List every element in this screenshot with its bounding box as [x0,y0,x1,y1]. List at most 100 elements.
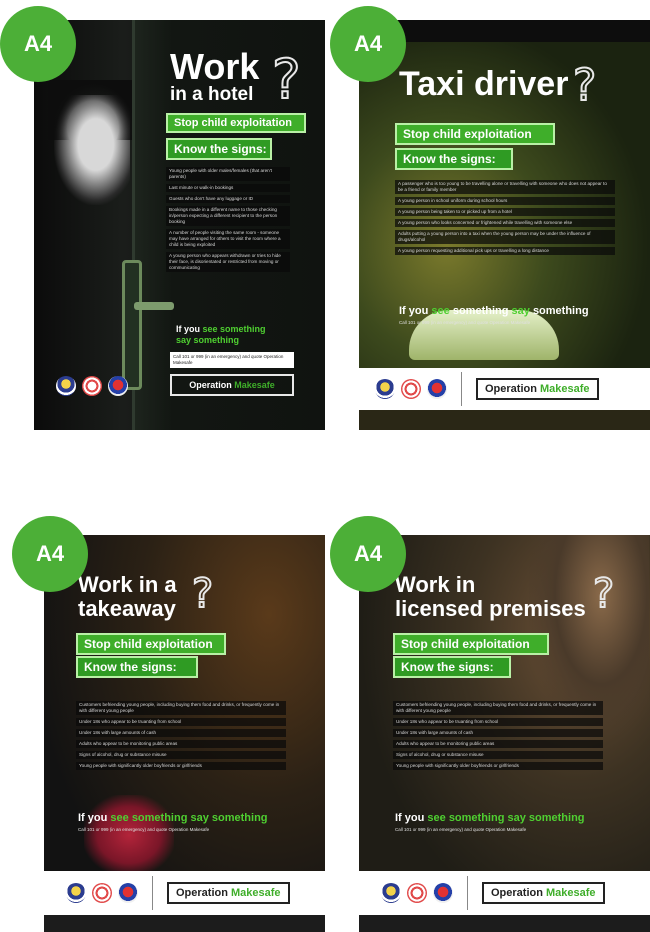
list-item: Customers befriending young people, incl… [393,701,603,715]
poster-card-takeaway[interactable]: A4 Work in a takeaway ? Stop child explo… [0,510,330,932]
hair-shadow [48,80,138,140]
taxi-sign-image [409,310,559,360]
partner-logo-icon [108,376,128,396]
list-item: A young person in school uniform during … [395,197,615,205]
poster-takeaway-image[interactable]: Work in a takeaway ? Stop child exploita… [44,535,325,932]
list-item: Customers befriending young people, incl… [76,701,286,715]
cta-say: say something [176,335,240,345]
know-signs-banner: Know the signs: [393,656,511,678]
list-item: Bookings made in a different name to tho… [166,206,290,226]
list-item: A young person being taken to or picked … [395,208,615,216]
know-signs-banner: Know the signs: [395,148,513,170]
partner-logo-icon [427,379,447,399]
poster-title: Taxi driver [399,65,569,103]
list-item: A passenger who is too young to be trave… [395,180,615,194]
cta-say: say [511,305,530,317]
question-mark-icon: ? [271,47,302,112]
signs-list: Customers befriending young people, incl… [393,701,603,773]
list-item: Signs of alcohol, drug or substance misu… [393,751,603,759]
footer-divider [461,372,462,406]
poster-licensed-image[interactable]: Work in licensed premises ? Stop child e… [359,535,650,932]
cta-end: something [532,305,589,317]
poster-subtitle: takeaway [78,596,176,621]
poster-hotel-image[interactable]: Work in a hotel ? Stop child exploitatio… [34,20,325,430]
makesafe-word: Makesafe [231,887,281,899]
fire-service-icon [92,883,112,903]
door-lever-image [134,302,174,310]
cta-sub-text: Call 101 or 999 (in an emergency) and qu… [78,827,210,832]
list-item: A young person who looks concerned or fr… [395,219,615,227]
poster-title: Work in a [78,572,177,597]
police-crest-icon [66,883,86,903]
cta-see: see something [110,812,188,824]
list-item: Young people with significantly older bo… [393,762,603,770]
stop-exploitation-banner: Stop child exploitation [76,633,226,655]
question-mark-icon: ? [592,570,615,618]
makesafe-word: Makesafe [540,383,590,395]
question-mark-icon: ? [191,570,214,618]
makesafe-word: Makesafe [234,380,275,390]
poster-title: Work in [395,572,476,597]
cta-sub-text: Call 101 or 999 (in an emergency) and qu… [173,354,284,365]
know-signs-banner: Know the signs: [166,138,272,160]
police-crest-icon [375,379,395,399]
footer-divider [152,876,153,910]
operation-word: Operation [491,887,543,899]
list-item: Last minute or walk-in bookings [166,184,290,192]
cta-prefix: If you [399,305,429,317]
list-item: Adults who appear to be monitoring publi… [76,740,286,748]
list-item: Under 18s who appear to be truanting fro… [393,718,603,726]
operation-box: Operation Makesafe [170,374,294,396]
list-item: Under 18s who appear to be truanting fro… [76,718,286,726]
list-item: Under 18s with large amounts of cash [76,729,286,737]
a4-badge: A4 [330,516,406,592]
a4-badge: A4 [0,6,76,82]
list-item: A young person who appears withdrawn or … [166,252,290,272]
poster-card-licensed-premises[interactable]: A4 Work in licensed premises ? Stop chil… [330,510,650,932]
operation-box: Operation Makesafe [482,882,605,904]
poster-card-hotel[interactable]: A4 Work in a hotel ? Stop child exploita… [0,0,330,440]
a4-badge: A4 [12,516,88,592]
police-crest-icon [381,883,401,903]
person-red-top-image [84,795,174,875]
makesafe-word: Makesafe [546,887,596,899]
footer-divider [467,876,468,910]
list-item: Young people with significantly older bo… [76,762,286,770]
partner-logo-icon [433,883,453,903]
poster-card-taxi[interactable]: A4 Taxi driver ? Stop child exploitation… [330,0,650,440]
operation-box: Operation Makesafe [476,378,599,400]
poster-taxi-image[interactable]: Taxi driver ? Stop child exploitation Kn… [359,20,650,430]
operation-word: Operation [176,887,228,899]
cta-mid: something [452,305,509,317]
operation-box: Operation Makesafe [167,882,290,904]
cta-see: see something [427,812,505,824]
cta-prefix: If you [176,324,200,334]
cta-prefix: If you [78,812,108,824]
poster-title: Work [170,46,260,87]
police-crest-row [56,376,128,396]
bottom-dark-band [359,915,650,932]
fire-service-icon [82,376,102,396]
cta-headline: If you see something say something [399,305,589,317]
poster-subtitle: in a hotel [170,84,254,105]
poster-footer: Operation Makesafe [359,368,650,410]
cta-callout-box: Call 101 or 999 (in an emergency) and qu… [170,352,294,368]
fire-service-icon [407,883,427,903]
cta-sub-text: Call 101 or 999 (in an emergency) and qu… [395,827,527,832]
list-item: A number of people visiting the same roo… [166,229,290,249]
list-item: Young people with older males/females (t… [166,167,290,181]
cta-headline: If you see something say something [176,324,266,346]
cta-say: say something [190,812,268,824]
know-signs-banner: Know the signs: [76,656,198,678]
a4-badge: A4 [330,6,406,82]
cta-see: see something [202,324,266,334]
cta-prefix: If you [395,812,425,824]
poster-subtitle: licensed premises [395,596,586,621]
list-item: Adults putting a young person into a tax… [395,230,615,244]
cta-see: see [431,305,450,317]
poster-footer: Operation Makesafe [359,871,650,915]
cta-headline: If you see something say something [78,812,268,824]
operation-word: Operation [189,380,232,390]
partner-logo-icon [118,883,138,903]
list-item: A young person requesting additional pic… [395,247,615,255]
